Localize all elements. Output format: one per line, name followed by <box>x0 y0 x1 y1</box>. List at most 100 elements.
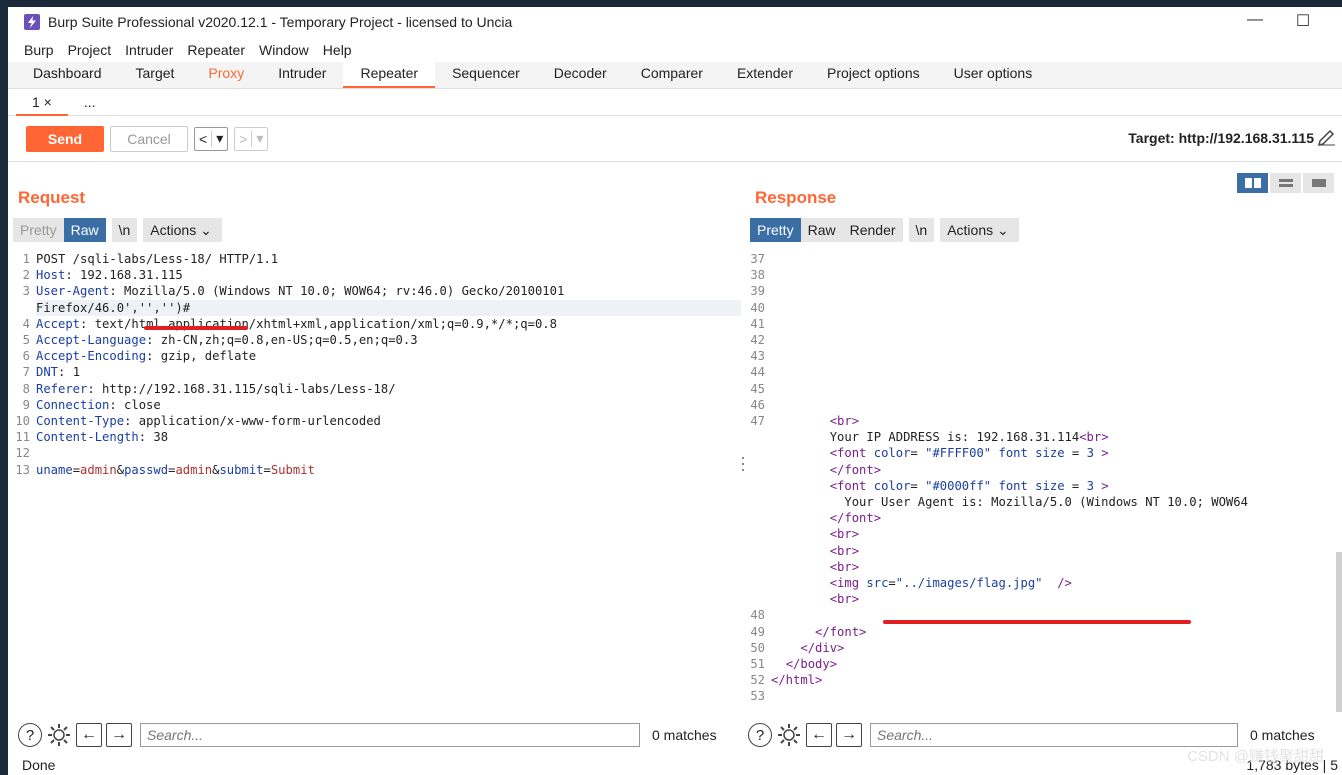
repeater-tab-1[interactable]: 1 × <box>16 89 68 116</box>
menu-project[interactable]: Project <box>68 42 112 58</box>
menu-repeater[interactable]: Repeater <box>187 42 245 58</box>
response-line: <font color= "#FFFF00" font size = 3 > <box>745 445 1342 462</box>
menu-window[interactable]: Window <box>259 42 309 58</box>
vertical-scrollbar[interactable] <box>1336 552 1342 712</box>
line-number: 6 <box>8 348 36 365</box>
line-number <box>745 526 771 543</box>
request-line: 4 Accept: text/html,application/xhtml+xml… <box>8 315 741 333</box>
line-number: 13 <box>8 461 36 478</box>
forward-arrow-icon[interactable]: > <box>235 131 251 147</box>
line-number <box>745 477 771 495</box>
request-editor[interactable]: 1 POST /sqli-labs/Less-18/ HTTP/1.1 2 Host:… <box>8 251 741 478</box>
minimize-button[interactable]: — <box>1240 11 1270 29</box>
line-number: 3 <box>8 283 36 300</box>
request-line: 1 POST /sqli-labs/Less-18/ HTTP/1.1 <box>8 251 741 268</box>
response-actions-button[interactable]: Actions ⌄ <box>940 218 1019 242</box>
tab-comparer[interactable]: Comparer <box>624 61 720 88</box>
response-editor[interactable]: 37 38 39 40 41 42 43 44 45 46 47 <br> Your IP ADDR… <box>745 251 1342 705</box>
layout-side-by-side-icon[interactable] <box>1237 173 1268 193</box>
line-number: 7 <box>8 364 36 381</box>
tab-project-options[interactable]: Project options <box>810 61 937 88</box>
response-line: 40 <box>745 299 1342 316</box>
menu-help[interactable]: Help <box>323 42 352 58</box>
request-line: Firefox/46.0','','')# <box>8 299 741 316</box>
watermark: CSDN @赚钱聚甜甜 <box>1187 748 1324 765</box>
line-number <box>745 591 771 608</box>
header-name: User-Agent <box>36 284 110 299</box>
line-number: 52 <box>745 672 771 689</box>
line-number <box>745 558 771 576</box>
line-text: <br> <box>829 414 860 429</box>
line-text: <br> <box>829 559 860 574</box>
header-name: Host <box>36 268 66 283</box>
line-number <box>745 575 771 592</box>
response-match-count: 0 matches <box>1250 727 1315 743</box>
response-newline-button[interactable]: \n <box>908 218 935 242</box>
tab-decoder[interactable]: Decoder <box>537 61 624 88</box>
response-title: Response <box>755 188 837 207</box>
request-raw-button[interactable]: Raw <box>63 218 106 242</box>
search-next-icon[interactable]: → <box>106 723 132 747</box>
line-number: 45 <box>745 380 771 397</box>
cancel-button[interactable]: Cancel <box>110 125 188 152</box>
tab-proxy[interactable]: Proxy <box>191 61 261 88</box>
tab-repeater[interactable]: Repeater <box>343 61 436 88</box>
request-line: 2 Host: 192.168.31.115 <box>8 267 741 284</box>
edit-target-icon[interactable] <box>1316 128 1336 148</box>
help-icon[interactable]: ? <box>18 723 42 747</box>
repeater-tab-new[interactable]: ... <box>68 89 112 116</box>
back-arrow-icon[interactable]: < <box>195 131 211 147</box>
tab-user-options[interactable]: User options <box>937 61 1050 88</box>
tab-target[interactable]: Target <box>119 61 192 88</box>
history-forward-group[interactable]: > ▾ <box>234 126 269 151</box>
line-text: : close <box>109 397 161 412</box>
settings-gear-icon[interactable] <box>46 722 72 748</box>
response-pretty-button[interactable]: Pretty <box>750 218 801 242</box>
window-title: Burp Suite Professional v2020.12.1 - Tem… <box>48 14 513 30</box>
tab-dashboard[interactable]: Dashboard <box>16 61 119 88</box>
menu-burp[interactable]: Burp <box>24 42 54 58</box>
help-icon[interactable]: ? <box>748 723 772 747</box>
request-actions-button[interactable]: Actions ⌄ <box>143 218 222 242</box>
request-search-input[interactable] <box>140 723 640 747</box>
history-back-group[interactable]: < ▾ <box>194 126 229 151</box>
search-prev-icon[interactable]: ← <box>806 723 832 747</box>
request-pretty-button[interactable]: Pretty <box>13 218 64 242</box>
line-number: 4 <box>8 315 36 333</box>
forward-dropdown-icon[interactable]: ▾ <box>252 130 267 147</box>
layout-tabs-icon[interactable] <box>1303 173 1334 193</box>
line-text: <br> <box>829 527 860 542</box>
maximize-button[interactable]: ☐ <box>1288 11 1318 31</box>
request-line: 3 User-Agent: Mozilla/5.0 (Windows NT 10.… <box>8 283 741 300</box>
response-line: 53 <box>745 688 1342 705</box>
send-button[interactable]: Send <box>26 125 104 152</box>
menu-intruder[interactable]: Intruder <box>125 42 173 58</box>
tab-intruder[interactable]: Intruder <box>261 61 343 88</box>
response-search-input[interactable] <box>870 723 1238 747</box>
settings-gear-icon[interactable] <box>776 722 802 748</box>
line-number: 44 <box>745 364 771 381</box>
line-number: 53 <box>745 688 771 705</box>
search-next-icon[interactable]: → <box>836 723 862 747</box>
annotation-underline <box>883 620 1191 624</box>
line-number: 50 <box>745 639 771 657</box>
line-text: </font> <box>829 511 882 526</box>
request-newline-button[interactable]: \n <box>111 218 138 242</box>
header-name: Accept <box>36 316 81 331</box>
line-number: 47 <box>745 413 771 430</box>
response-raw-button[interactable]: Raw <box>800 218 843 242</box>
header-name: Accept-Encoding <box>36 349 147 364</box>
request-line: 6 Accept-Encoding: gzip, deflate <box>8 348 741 365</box>
line-text: Your User Agent is: Mozilla/5.0 (Windows… <box>771 495 1248 510</box>
request-search-bar: ? ← → 0 matches <box>18 721 743 749</box>
search-prev-icon[interactable]: ← <box>76 723 102 747</box>
tab-sequencer[interactable]: Sequencer <box>435 61 537 88</box>
response-line: 51 </body> <box>745 656 1342 673</box>
response-render-button[interactable]: Render <box>842 218 903 242</box>
layout-top-bottom-icon[interactable] <box>1270 173 1301 193</box>
back-dropdown-icon[interactable]: ▾ <box>212 130 227 147</box>
status-bar: Done 1,783 bytes | 5 <box>8 757 1342 775</box>
line-number: 38 <box>745 267 771 284</box>
tab-extender[interactable]: Extender <box>720 61 810 88</box>
request-match-count: 0 matches <box>652 727 717 743</box>
